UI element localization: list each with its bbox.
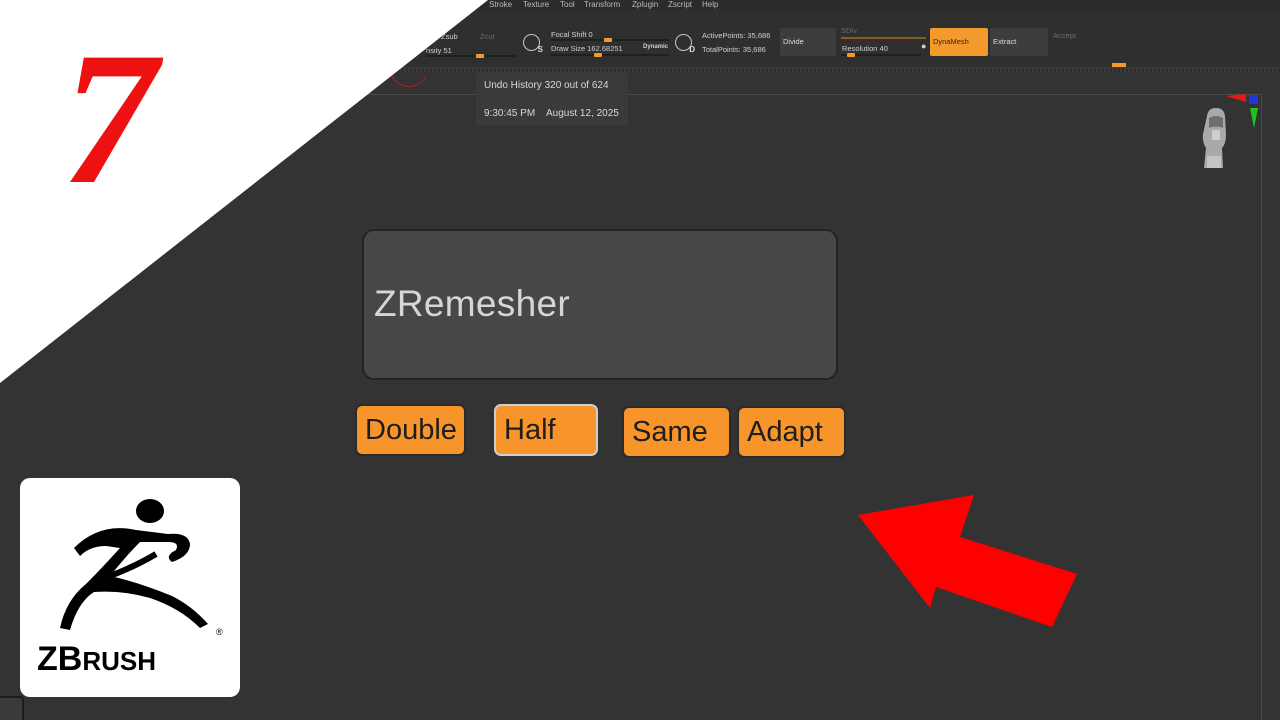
- menu-zplugin[interactable]: Zplugin: [632, 0, 658, 10]
- resolution-slider-label[interactable]: Resolution 40: [842, 44, 888, 53]
- menu-transform[interactable]: Transform: [584, 0, 620, 10]
- corner-button[interactable]: [0, 696, 24, 720]
- zbrush-wordmark: ZBRUSH: [37, 640, 156, 679]
- shelf-scroll-marker: [1112, 63, 1126, 67]
- same-button[interactable]: Same: [622, 406, 731, 458]
- menu-zscript[interactable]: Zscript: [668, 0, 692, 10]
- menu-texture[interactable]: Texture: [523, 0, 549, 10]
- wordmark-z: Z: [37, 640, 58, 678]
- wordmark-b: B: [57, 640, 83, 678]
- draw-size-knob[interactable]: [594, 53, 602, 57]
- half-label: Half: [504, 414, 556, 446]
- menu-help[interactable]: Help: [702, 0, 718, 10]
- focal-shift-icon-letter: S: [537, 45, 543, 54]
- draw-size-label[interactable]: Draw Size 162.68251: [551, 44, 623, 53]
- focal-shift-icon[interactable]: S: [523, 34, 543, 54]
- dynamesh-settings-icon[interactable]: D: [675, 34, 695, 54]
- dynamic-toggle[interactable]: Dynamic: [643, 43, 668, 52]
- sdiv-slider-label[interactable]: SDiv: [841, 26, 857, 35]
- sdiv-track[interactable]: [841, 37, 926, 39]
- undo-history-text: Undo History 320 out of 624: [484, 80, 609, 91]
- active-points-readout: ActivePoints: 35,686: [702, 31, 771, 40]
- resolution-knob[interactable]: [847, 53, 855, 57]
- zbrush-logo-icon: [60, 499, 208, 630]
- tooltip-date: August 12, 2025: [546, 108, 619, 119]
- head-gizmo-icon[interactable]: [1196, 94, 1264, 174]
- dynamesh-settings-icon-letter: D: [689, 45, 695, 54]
- double-label: Double: [365, 414, 457, 446]
- adapt-label: Adapt: [747, 416, 823, 448]
- menu-tool[interactable]: Tool: [560, 0, 575, 10]
- registered-mark: ®: [216, 627, 223, 637]
- focal-shift-label[interactable]: Focal Shift 0: [551, 30, 593, 39]
- same-label: Same: [632, 416, 708, 448]
- extract-button[interactable]: Extract: [990, 28, 1048, 56]
- tooltip-time: 9:30:45 PM: [484, 108, 536, 119]
- divide-button[interactable]: Divide: [780, 28, 836, 56]
- adapt-button[interactable]: Adapt: [737, 406, 846, 458]
- wordmark-rush: RUSH: [82, 646, 157, 676]
- episode-number: 7: [62, 14, 157, 224]
- half-button[interactable]: Half: [494, 404, 598, 456]
- undo-history-tooltip: Undo History 320 out of 624 9:30:45 PM A…: [476, 72, 628, 126]
- accept-button[interactable]: Accept: [1053, 31, 1076, 40]
- draw-size-track[interactable]: [551, 54, 669, 56]
- viewport-border-right: [1261, 94, 1262, 720]
- total-points-readout: TotalPoints: 35,686: [702, 45, 766, 54]
- dynamesh-button[interactable]: DynaMesh: [930, 28, 988, 56]
- double-button[interactable]: Double: [355, 404, 466, 456]
- focal-shift-knob[interactable]: [604, 38, 612, 42]
- zbrush-logo-card: ZBRUSH ®: [20, 478, 240, 697]
- red-arrow-icon: [858, 495, 1077, 627]
- resolution-marker-icon: ●: [921, 41, 927, 51]
- menu-stroke[interactable]: Stroke: [489, 0, 512, 10]
